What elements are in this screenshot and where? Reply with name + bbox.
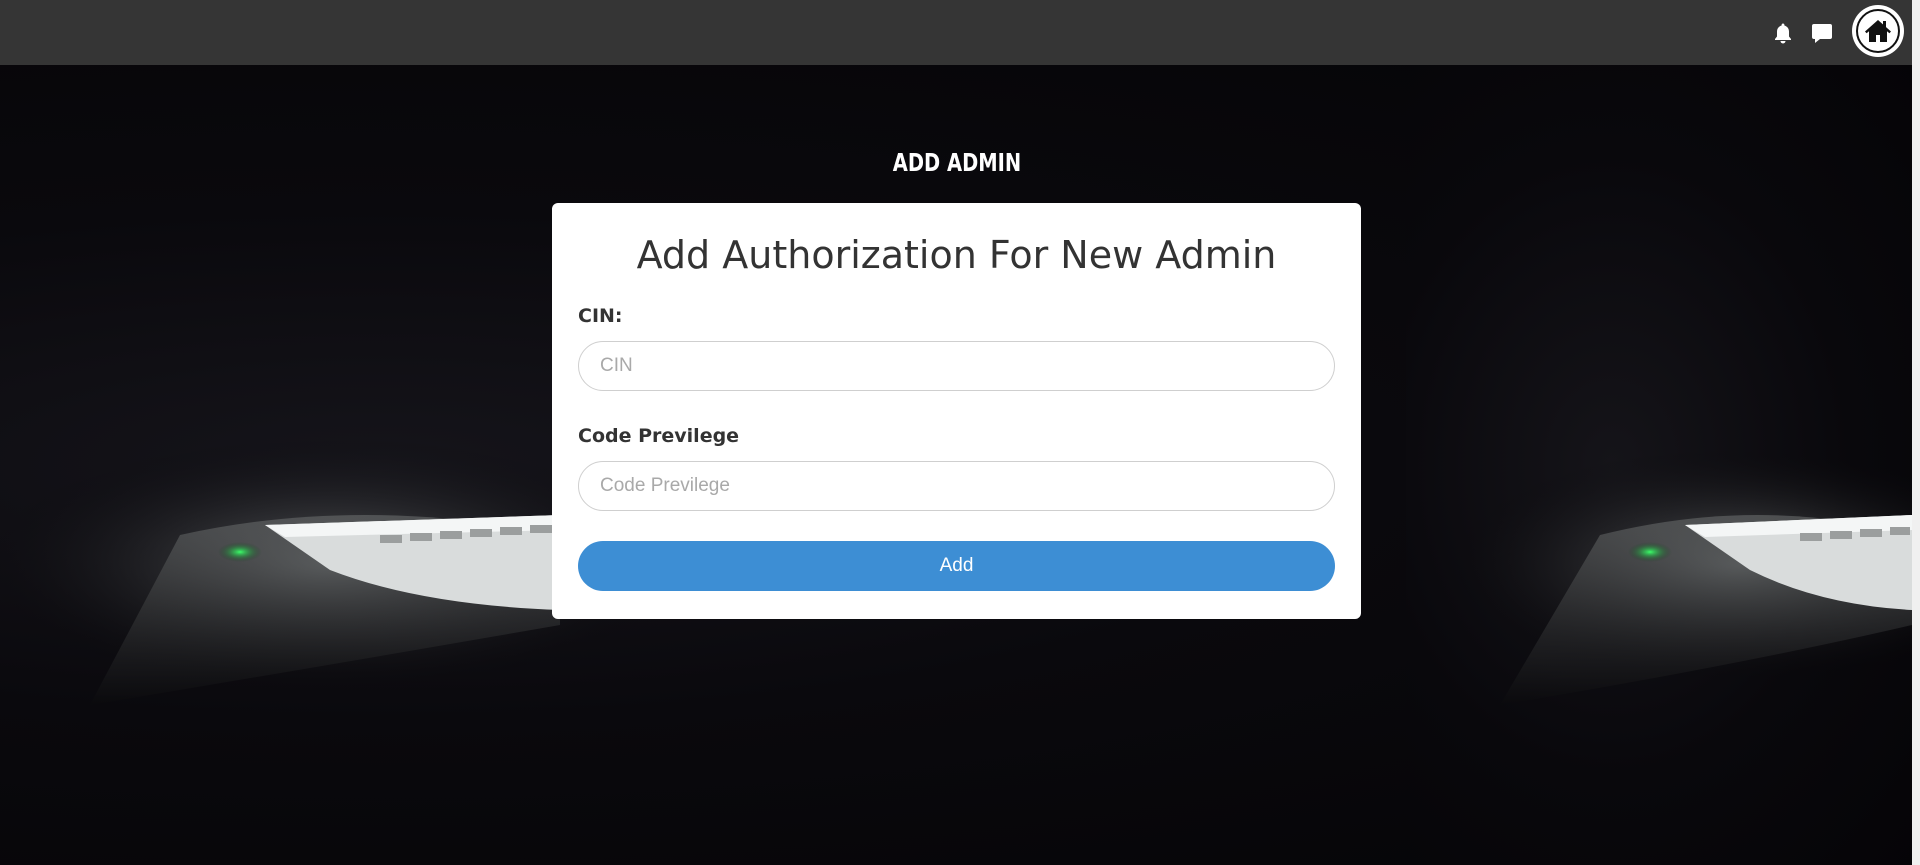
add-button[interactable]: Add [578,541,1335,591]
code-previlege-label: Code Previlege [578,425,740,447]
code-previlege-input[interactable] [578,461,1335,511]
home-icon [1856,9,1900,53]
form-title: Add Authorization For New Admin [636,233,1277,277]
bell-icon[interactable] [1770,0,1796,65]
scrollbar-track[interactable] [1912,0,1920,865]
cin-input[interactable] [578,341,1335,391]
home-button[interactable] [1852,5,1904,57]
chat-icon[interactable] [1808,0,1836,65]
add-admin-form-card: Add Authorization For New Admin CIN: Cod… [552,203,1361,619]
page-title: ADD ADMIN [892,148,1022,177]
cin-label: CIN: [578,305,623,327]
top-navbar [0,0,1920,65]
